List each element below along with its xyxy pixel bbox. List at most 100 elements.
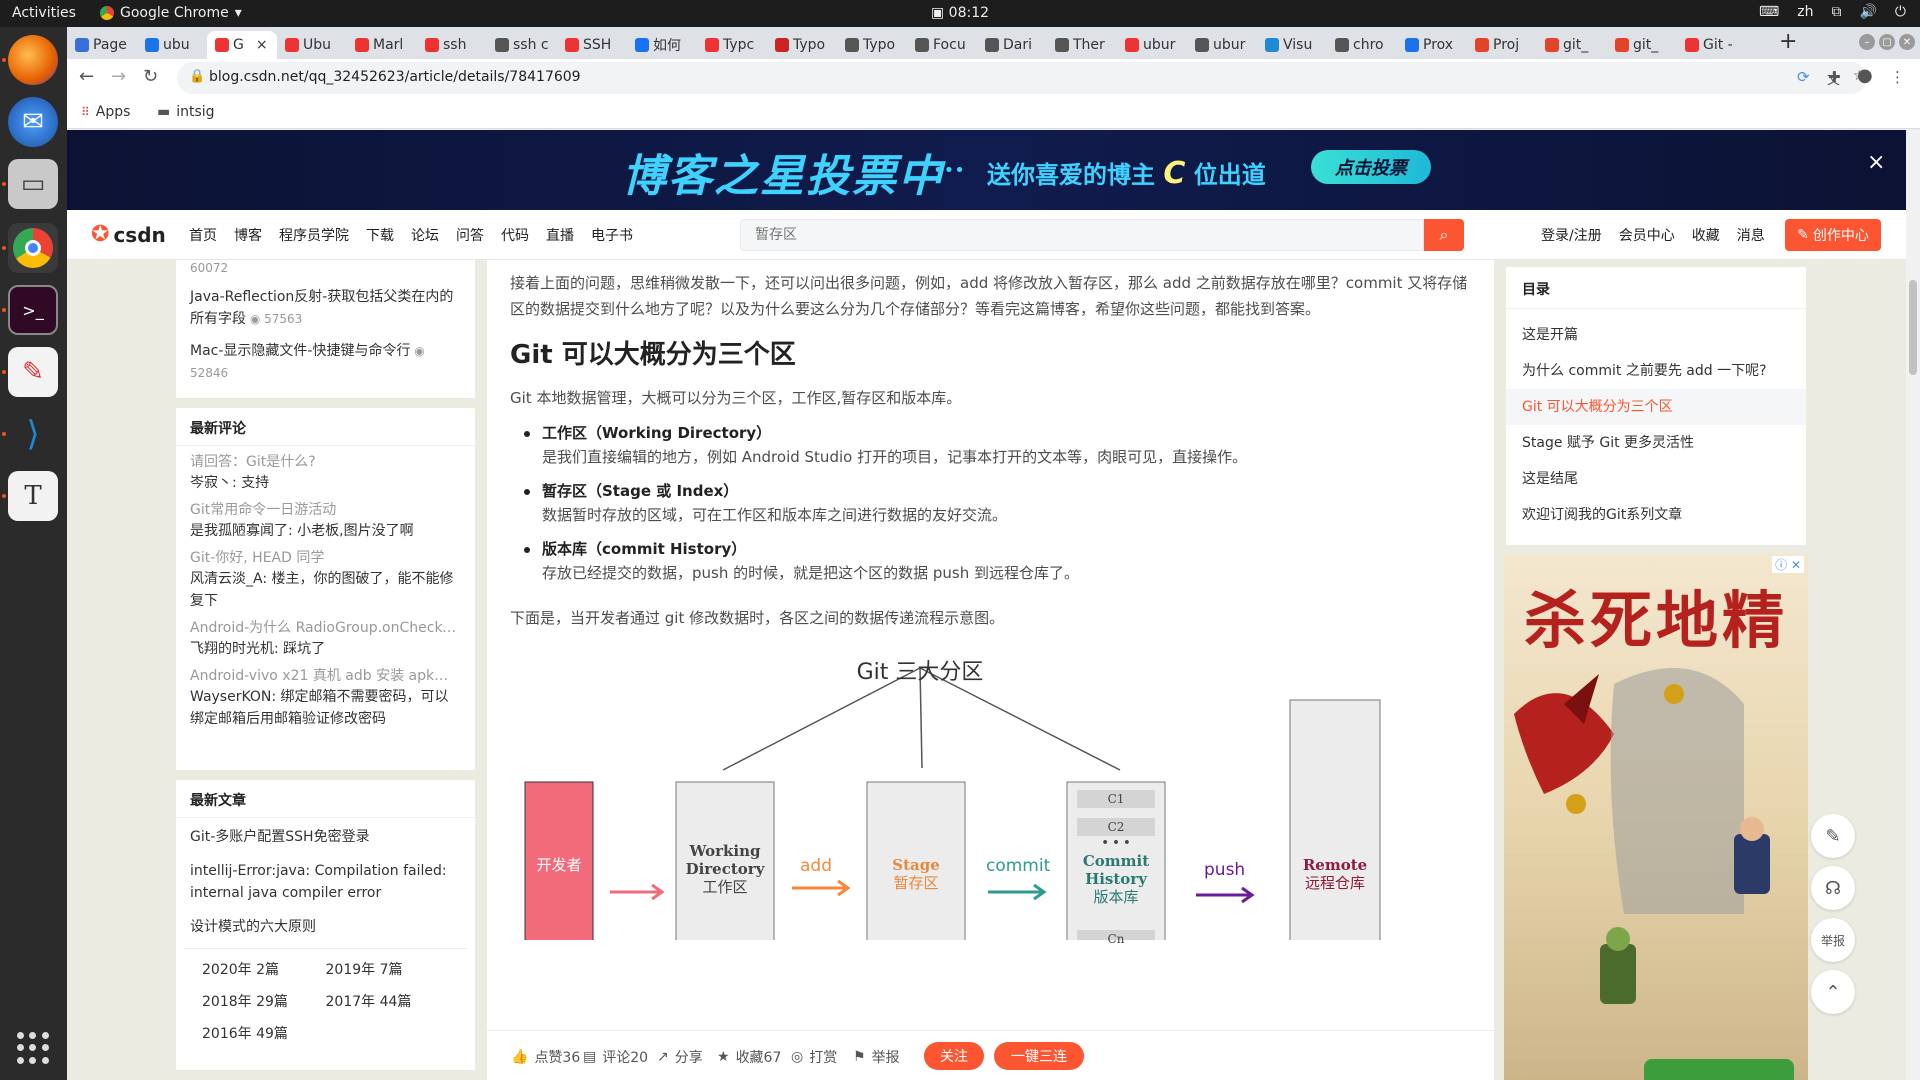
share-button[interactable]: ↗ 分享	[657, 1047, 703, 1067]
comment-item[interactable]: Android-为什么 RadioGroup.onChecked… 飞翔的时光机:…	[176, 612, 475, 660]
minimize-button[interactable]: –	[1859, 34, 1875, 50]
user-nav-link-3[interactable]: 消息	[1737, 225, 1765, 245]
clock[interactable]: 08:12	[949, 5, 989, 21]
tab-21[interactable]: git_	[1537, 31, 1607, 59]
thunderbird-icon[interactable]: ✉	[8, 97, 58, 147]
tab-15[interactable]: ubur	[1117, 31, 1187, 59]
tab-13[interactable]: Dari	[977, 31, 1047, 59]
comment-article-title[interactable]: Git-你好, HEAD 同学	[190, 548, 461, 568]
page-scrollbar[interactable]	[1906, 130, 1920, 1080]
toc-item-4[interactable]: 这是结尾	[1506, 461, 1806, 497]
tab-23[interactable]: Git -	[1677, 31, 1747, 59]
firefox-icon[interactable]	[8, 35, 58, 85]
banner-close-icon[interactable]: ×	[1867, 150, 1885, 175]
bookmark-apps[interactable]: ⠿ Apps	[81, 104, 130, 120]
typora-icon[interactable]: T	[8, 471, 58, 521]
nav-link-3[interactable]: 下载	[366, 225, 394, 245]
like-button[interactable]: 👍 点赞36	[511, 1047, 580, 1067]
new-tab-button[interactable]: +	[1779, 29, 1797, 54]
comment-item[interactable]: Git-你好, HEAD 同学 风清云淡_A: 楼主，你的图破了，能不能修复下	[176, 542, 475, 612]
comment-item[interactable]: Android-vivo x21 真机 adb 安装 apk文件… WayserK…	[176, 660, 475, 730]
site-search-box[interactable]	[740, 219, 1424, 251]
toc-item-5[interactable]: 欢迎订阅我的Git系列文章	[1506, 497, 1806, 533]
activities-button[interactable]: Activities	[12, 5, 76, 21]
tab-4[interactable]: Marl	[347, 31, 417, 59]
tab-17[interactable]: Visu	[1257, 31, 1327, 59]
tab-1[interactable]: ubu	[137, 31, 207, 59]
app-menu[interactable]: Google Chrome ▾	[100, 5, 242, 21]
forward-icon[interactable]: →	[111, 66, 126, 87]
report-float-button[interactable]: 举报	[1811, 918, 1855, 962]
hot-article-item[interactable]: Java-Reflection反射-获取包括父类在内的所有字段 ◉ 57563	[176, 286, 475, 330]
comment-article-title[interactable]: Android-为什么 RadioGroup.onChecked…	[190, 618, 461, 638]
address-bar[interactable]: 🔒 blog.csdn.net/qq_32452623/article/deta…	[177, 62, 1867, 94]
url-text[interactable]: blog.csdn.net/qq_32452623/article/detail…	[209, 69, 581, 85]
archive-year-link[interactable]: 2017年 44篇	[326, 991, 450, 1011]
show-applications-icon[interactable]	[17, 1032, 49, 1064]
keyboard-icon[interactable]: ⌨	[1759, 4, 1779, 20]
tab-3[interactable]: Ubu	[277, 31, 347, 59]
close-window-button[interactable]: ✕	[1899, 34, 1915, 50]
nav-link-5[interactable]: 问答	[456, 225, 484, 245]
lock-icon[interactable]: 🔒	[189, 69, 205, 84]
nav-link-1[interactable]: 博客	[234, 225, 262, 245]
comment-item[interactable]: 请回答：Git是什么? 岑寂丶: 支持	[176, 446, 475, 494]
tab-8[interactable]: 如何	[627, 31, 697, 59]
volume-icon[interactable]: 🔊	[1859, 4, 1876, 20]
headset-float-icon[interactable]: ☊	[1811, 866, 1855, 910]
nav-link-7[interactable]: 直播	[546, 225, 574, 245]
favorite-button[interactable]: ★ 收藏67	[717, 1047, 781, 1067]
close-tab-icon[interactable]: ×	[256, 37, 268, 53]
reward-button[interactable]: ◎ 打赏	[791, 1047, 837, 1067]
comment-article-title[interactable]: Android-vivo x21 真机 adb 安装 apk文件…	[190, 666, 461, 686]
tab-9[interactable]: Typc	[697, 31, 767, 59]
archive-year-link[interactable]: 2019年 7篇	[326, 959, 450, 979]
extension-icon[interactable]: ⟳	[1797, 68, 1810, 86]
toc-item-1[interactable]: 为什么 commit 之前要先 add 一下呢?	[1506, 353, 1806, 389]
system-tray[interactable]: ⌨ zh ⧉ 🔊 ⏻	[1759, 4, 1906, 20]
scrollbar-thumb[interactable]	[1909, 280, 1917, 375]
tab-5[interactable]: ssh	[417, 31, 487, 59]
edit-float-icon[interactable]: ✎	[1811, 814, 1855, 858]
toc-item-3[interactable]: Stage 赋予 Git 更多灵活性	[1506, 425, 1806, 461]
nav-link-8[interactable]: 电子书	[591, 225, 633, 245]
triple-action-button[interactable]: 一键三连	[994, 1042, 1084, 1070]
hot-article-item[interactable]: Mac-显示隐藏文件-快捷键与命令行 ◉ 52846	[176, 340, 475, 384]
tab-0[interactable]: Page	[67, 31, 137, 59]
nav-link-4[interactable]: 论坛	[411, 225, 439, 245]
csdn-logo[interactable]: ✪ csdn	[91, 222, 166, 247]
input-method[interactable]: zh	[1797, 4, 1813, 20]
bookmark-folder-intsig[interactable]: ▬ intsig	[157, 104, 215, 120]
vscode-icon[interactable]: ⟩	[8, 409, 58, 459]
tab-18[interactable]: chro	[1327, 31, 1397, 59]
tab-12[interactable]: Focu	[907, 31, 977, 59]
site-search-input[interactable]	[741, 220, 1423, 250]
user-nav-link-1[interactable]: 会员中心	[1619, 225, 1675, 245]
comment-item[interactable]: Git常用命令一日游活动 是我孤陋寡闻了: 小老板,图片没了啊	[176, 494, 475, 542]
tab-19[interactable]: Prox	[1397, 31, 1467, 59]
chrome-dock-icon[interactable]	[8, 223, 58, 273]
power-icon[interactable]: ⏻	[1895, 4, 1906, 20]
extensions-puzzle-icon[interactable]: ✚	[1828, 68, 1841, 86]
create-center-button[interactable]: ✎ 创作中心	[1785, 219, 1881, 251]
tab-11[interactable]: Typo	[837, 31, 907, 59]
back-icon[interactable]: ←	[79, 66, 94, 87]
tab-22[interactable]: git_	[1607, 31, 1677, 59]
profile-avatar-icon[interactable]: ●	[1857, 65, 1873, 86]
toc-item-0[interactable]: 这是开篇	[1506, 317, 1806, 353]
search-icon[interactable]: ⌕	[1424, 219, 1464, 251]
comment-button[interactable]: ▤ 评论20	[583, 1047, 648, 1067]
latest-article-link[interactable]: intellij-Error:java: Compilation failed:…	[176, 852, 475, 908]
report-button[interactable]: ⚑ 举报	[853, 1047, 900, 1067]
tab-20[interactable]: Proj	[1467, 31, 1537, 59]
network-icon[interactable]: ⧉	[1831, 4, 1841, 20]
advertisement[interactable]: 杀死地精 ⓘ ✕	[1504, 554, 1808, 1080]
tab-2[interactable]: G ×	[207, 31, 277, 59]
tab-7[interactable]: SSH	[557, 31, 627, 59]
chrome-menu-icon[interactable]: ⋮	[1890, 68, 1905, 86]
promo-banner[interactable]: 博客之星投票中 ••• 送你喜爱的博主 C 位出道 点击投票 ×	[67, 130, 1906, 210]
nav-link-6[interactable]: 代码	[501, 225, 529, 245]
archive-year-link[interactable]: 2016年 49篇	[202, 1023, 326, 1043]
latest-article-link[interactable]: 设计模式的六大原则	[176, 908, 475, 942]
archive-year-link[interactable]: 2020年 2篇	[202, 959, 326, 979]
